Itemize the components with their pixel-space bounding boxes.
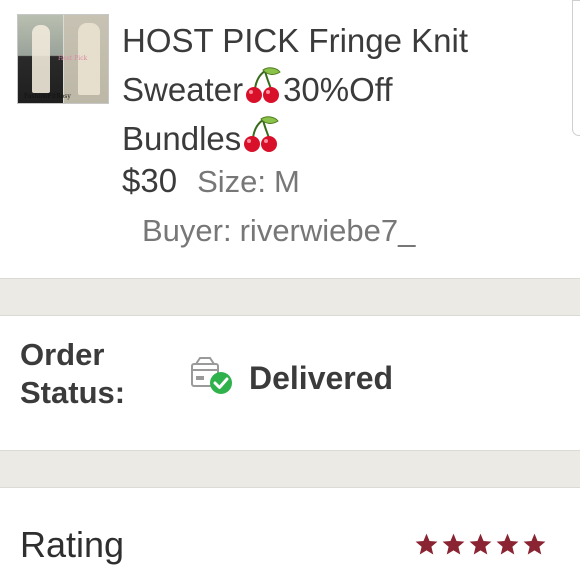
star-icon	[415, 533, 438, 555]
buyer-row: Buyer: riverwiebe7_	[142, 213, 415, 249]
section-divider	[0, 278, 580, 316]
cherries-icon	[241, 116, 281, 154]
order-status-section: Order Status: Delivered	[0, 316, 580, 450]
buyer-label: Buyer:	[142, 213, 232, 248]
order-status-value: Delivered	[249, 360, 394, 396]
thumbnail-watermark: FashionFitRosy	[24, 93, 71, 100]
star-icon	[442, 533, 465, 555]
rating-section: Rating	[0, 488, 580, 580]
star-icon	[496, 533, 519, 555]
title-line-2-text: Sweater	[122, 71, 244, 108]
size-value: M	[273, 164, 300, 199]
star-icon	[523, 533, 546, 555]
cherries-icon	[243, 67, 283, 105]
listing-card[interactable]: Host Pick FashionFitRosy HOST PICK Fring…	[0, 0, 580, 278]
rating-stars	[414, 532, 547, 557]
listing-thumbnail[interactable]: Host Pick FashionFitRosy	[17, 14, 109, 104]
size-label: Size:	[197, 164, 266, 199]
star-icon	[469, 533, 492, 555]
price-size-row: $30 Size: M	[122, 162, 300, 202]
title-line-1: HOST PICK Fringe Knit	[122, 22, 469, 59]
rating-label: Rating	[20, 524, 125, 565]
order-status-label: Order Status:	[20, 337, 126, 410]
title-line-2-tail: 30%Off	[283, 71, 393, 108]
package-delivered-icon	[191, 357, 232, 394]
thumbnail-model-left	[32, 25, 50, 93]
title-line-3-text: Bundles	[122, 120, 242, 157]
edge-panel-handle	[572, 0, 580, 136]
section-divider	[0, 450, 580, 488]
price: $30	[122, 162, 178, 199]
listing-title[interactable]: HOST PICK Fringe Knit Sweater 30%Off Bund…	[122, 16, 522, 163]
thumbnail-overlay-text: Host Pick	[58, 55, 88, 62]
buyer-username[interactable]: riverwiebe7_	[240, 213, 416, 248]
